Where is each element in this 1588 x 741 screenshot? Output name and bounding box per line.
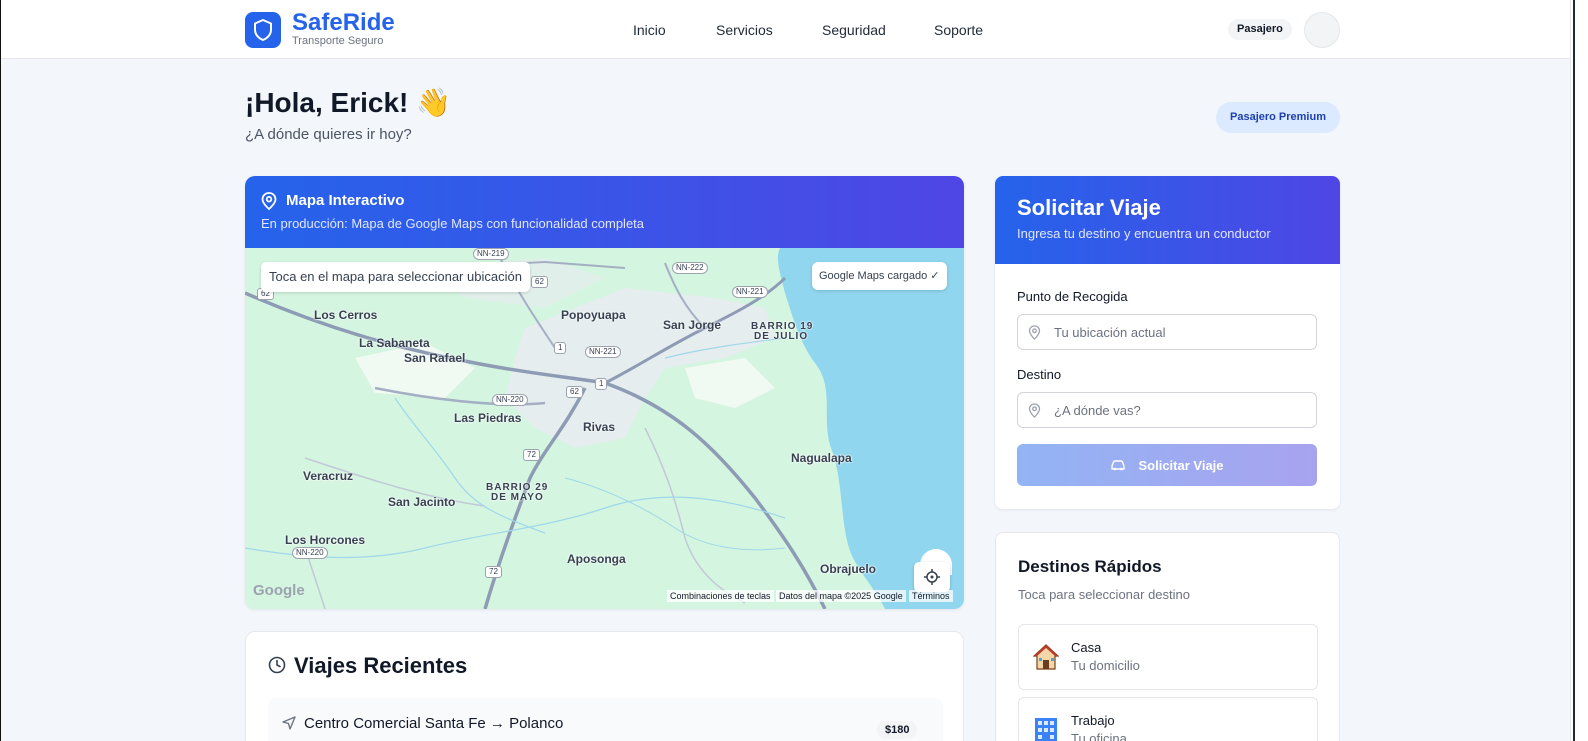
office-building-icon <box>1033 716 1059 741</box>
route-shield: 62 <box>531 276 548 288</box>
request-ride-header: Solicitar Viaje Ingresa tu destino y enc… <box>995 176 1340 264</box>
pickup-input[interactable] <box>1054 315 1309 349</box>
nav-seguridad[interactable]: Seguridad <box>822 21 886 39</box>
keyboard-shortcuts-link[interactable]: Combinaciones de teclas <box>667 590 774 602</box>
request-ride-subtitle: Ingresa tu destino y encuentra un conduc… <box>1017 226 1271 241</box>
destination-input[interactable] <box>1054 393 1309 427</box>
destination-label: Destino <box>1017 367 1062 382</box>
pickup-label: Punto de Recogida <box>1017 289 1128 304</box>
map-place-label: La Sabaneta <box>359 336 430 350</box>
recent-trips-card: Viajes Recientes Centro Comercial Santa … <box>245 631 964 741</box>
recent-trips-title: Viajes Recientes <box>294 653 468 678</box>
map-place-label: Aposonga <box>567 552 626 566</box>
map-place-label: DE MAYO <box>491 492 544 503</box>
destination-field[interactable] <box>1017 392 1317 428</box>
map-title: Mapa Interactivo <box>286 192 405 209</box>
map-hint: Toca en el mapa para seleccionar ubicaci… <box>261 262 530 292</box>
route-shield: NN-221 <box>732 286 768 298</box>
request-ride-button[interactable]: Solicitar Viaje <box>1017 444 1317 486</box>
route-shield: 1 <box>595 378 608 390</box>
route-shield: 72 <box>485 566 502 578</box>
top-navbar: SafeRide Transporte Seguro Inicio Servic… <box>0 0 1570 59</box>
terms-link[interactable]: Términos <box>909 590 953 602</box>
request-ride-button-label: Solicitar Viaje <box>1138 457 1224 473</box>
nav-servicios[interactable]: Servicios <box>716 21 773 39</box>
route-shield: NN-220 <box>492 394 528 406</box>
map-card: Mapa Interactivo En producción: Mapa de … <box>245 176 964 609</box>
pickup-field[interactable] <box>1017 314 1317 350</box>
map-place-label: DE JULIO <box>754 331 809 342</box>
avatar[interactable] <box>1304 12 1340 48</box>
map-place-label: Veracruz <box>303 469 354 483</box>
premium-badge: Pasajero Premium <box>1216 102 1340 133</box>
window-edge <box>0 0 1 741</box>
map-data-attribution: Datos del mapa ©2025 Google <box>776 590 906 602</box>
route-shield: NN-221 <box>585 346 621 358</box>
logo-shield-icon[interactable] <box>245 12 281 48</box>
location-pin-icon <box>1028 325 1041 345</box>
quick-destination-work[interactable]: Trabajo Tu oficina <box>1018 697 1318 741</box>
quick-destination-home[interactable]: Casa Tu domicilio <box>1018 624 1318 690</box>
my-location-button[interactable] <box>914 562 950 592</box>
map-pin-icon <box>261 192 277 215</box>
map-place-label: Nagualapa <box>791 451 852 465</box>
route-shield: NN-222 <box>672 262 708 274</box>
navigation-arrow-icon <box>282 716 296 735</box>
quick-destination-desc: Tu domicilio <box>1071 658 1140 673</box>
map-place-label: San Jacinto <box>388 495 456 509</box>
map-description: En producción: Mapa de Google Maps con f… <box>261 216 645 231</box>
map-place-label: Las Piedras <box>454 411 522 425</box>
quick-destinations-title: Destinos Rápidos <box>1018 557 1162 576</box>
route-shield: NN-219 <box>473 248 509 260</box>
greeting-title: ¡Hola, Erick! 👋 <box>245 87 452 118</box>
quick-destination-name: Casa <box>1071 640 1102 655</box>
map-header: Mapa Interactivo En producción: Mapa de … <box>245 176 964 248</box>
request-ride-title: Solicitar Viaje <box>1017 195 1161 220</box>
request-ride-card: Solicitar Viaje Ingresa tu destino y enc… <box>995 176 1340 509</box>
interactive-map[interactable]: Los Cerros Popoyuapa San Jorge BARRIO 19… <box>245 248 964 609</box>
map-place-label: San Rafael <box>404 351 466 365</box>
route-shield: NN-220 <box>292 547 328 559</box>
trip-price: $180 <box>877 721 918 739</box>
house-icon <box>1032 643 1060 676</box>
crosshair-icon <box>924 569 940 585</box>
map-place-label: Los Cerros <box>314 308 378 322</box>
quick-destination-name: Trabajo <box>1071 713 1115 728</box>
map-place-label: Los Horcones <box>285 533 366 547</box>
route-shield: 1 <box>554 342 567 354</box>
quick-destinations-subtitle: Toca para seleccionar destino <box>1018 587 1190 602</box>
brand-tagline: Transporte Seguro <box>292 35 384 47</box>
route-shield: 72 <box>523 449 540 461</box>
nav-inicio[interactable]: Inicio <box>633 21 666 39</box>
route-shield: 62 <box>566 386 583 398</box>
role-badge: Pasajero <box>1228 19 1292 40</box>
trip-row[interactable]: Centro Comercial Santa Fe → Polanco $180 <box>268 698 943 741</box>
quick-destinations-card: Destinos Rápidos Toca para seleccionar d… <box>995 532 1340 741</box>
quick-destination-desc: Tu oficina <box>1071 731 1127 741</box>
clock-icon <box>268 656 286 679</box>
car-icon <box>1111 460 1126 471</box>
map-place-label: Obrajuelo <box>820 562 877 576</box>
brand-name[interactable]: SafeRide <box>292 10 395 36</box>
greeting-subtitle: ¿A dónde quieres ir hoy? <box>245 126 412 143</box>
google-logo: Google <box>253 582 305 599</box>
map-status-badge: Google Maps cargado ✓ <box>812 262 947 290</box>
location-pin-icon <box>1028 403 1041 423</box>
map-place-label: Rivas <box>583 420 616 434</box>
scrollbar[interactable] <box>1570 0 1588 741</box>
nav-soporte[interactable]: Soporte <box>934 21 983 39</box>
trip-route: Centro Comercial Santa Fe → Polanco <box>304 715 564 732</box>
map-place-label: San Jorge <box>663 318 722 332</box>
map-place-label: Popoyuapa <box>561 308 626 322</box>
